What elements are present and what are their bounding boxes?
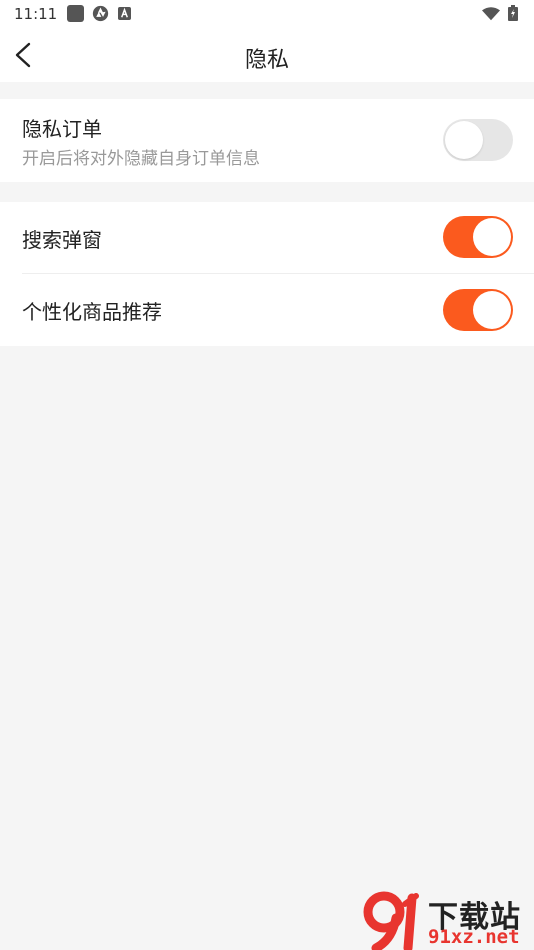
toggle-knob [473,291,511,329]
aperture-icon [92,5,109,22]
settings-group-recommendations: 搜索弹窗 个性化商品推荐 [0,202,534,346]
toggle-knob [445,121,483,159]
nav-header: 隐私 [0,28,534,82]
row-divider [22,273,534,274]
personalized-recommendation-toggle[interactable] [443,289,513,331]
watermark: 下载站 91xz.net [362,890,534,950]
privacy-order-toggle[interactable] [443,119,513,161]
status-time: 11:11 [14,5,58,23]
page-title: 隐私 [244,48,289,73]
site-logo-icon [363,891,419,950]
toggle-knob [473,218,511,256]
watermark-url: 91xz.net [428,926,520,948]
privacy-order-title: 隐私订单 [22,117,102,141]
wifi-icon [482,7,500,21]
font-a-icon [118,7,131,20]
square-app-icon [67,5,84,22]
privacy-order-description: 开启后将对外隐藏自身订单信息 [22,149,260,169]
search-popup-title: 搜索弹窗 [22,228,102,252]
search-popup-toggle[interactable] [443,216,513,258]
battery-icon [508,5,518,21]
settings-group-privacy-order: 隐私订单 开启后将对外隐藏自身订单信息 [0,99,534,182]
status-bar: 11:11 [0,0,534,28]
personalized-recommendation-title: 个性化商品推荐 [22,300,162,324]
